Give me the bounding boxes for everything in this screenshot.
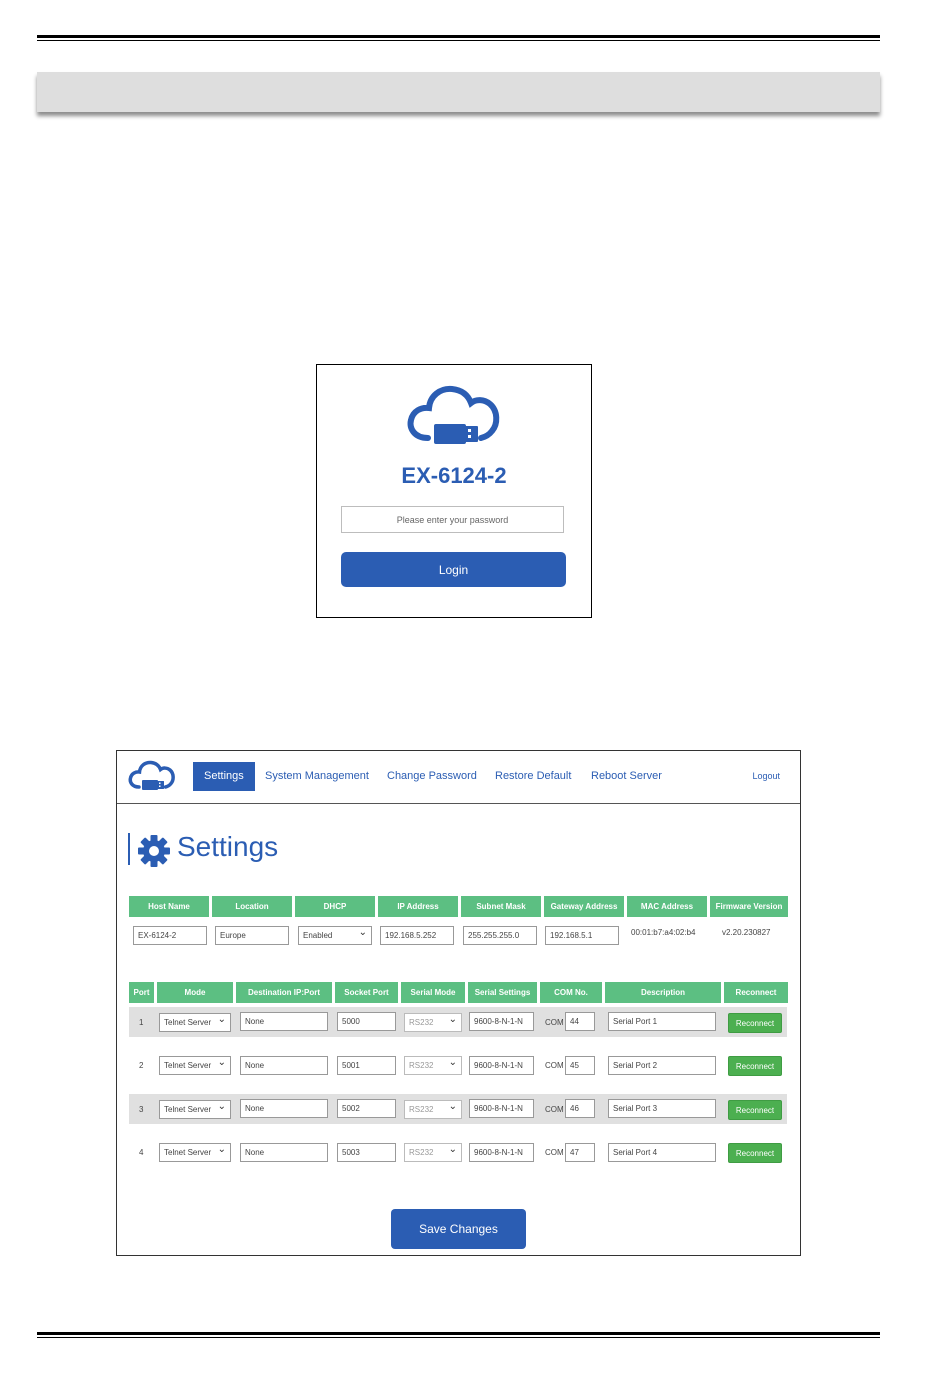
- description-field[interactable]: Serial Port 1: [608, 1012, 716, 1031]
- tab-settings[interactable]: Settings: [193, 762, 255, 791]
- top-rule-thin: [37, 40, 880, 41]
- top-nav: Settings System Management Change Passwo…: [117, 751, 800, 804]
- serial-mode-select[interactable]: RS232: [404, 1100, 462, 1119]
- port-number: 1: [139, 1018, 144, 1027]
- com-number-field[interactable]: 44: [565, 1012, 595, 1031]
- com-prefix: COM: [545, 1148, 564, 1157]
- settings-window: Settings System Management Change Passwo…: [116, 750, 801, 1256]
- bottom-rule-thick: [37, 1332, 880, 1335]
- header-gateway-address: Gateway Address: [544, 896, 624, 917]
- socket-port-field[interactable]: 5003: [337, 1143, 396, 1162]
- port-number: 3: [139, 1105, 144, 1114]
- cloud-usb-logo-icon: [406, 384, 502, 457]
- tab-restore-default[interactable]: Restore Default: [495, 762, 571, 791]
- page-title: Settings: [177, 831, 279, 862]
- header-description: Description: [605, 982, 721, 1003]
- device-title: EX-6124-2: [401, 463, 507, 488]
- header-destination: Destination IP:Port: [236, 982, 332, 1003]
- subnet-mask-field[interactable]: 255.255.255.0: [463, 926, 537, 945]
- serial-settings-field[interactable]: 9600-8-N-1-N: [469, 1143, 534, 1162]
- login-panel: EX-6124-2 Login: [316, 364, 592, 618]
- heading-accent: [128, 833, 130, 865]
- serial-settings-field[interactable]: 9600-8-N-1-N: [469, 1056, 534, 1075]
- dhcp-select[interactable]: Enabled: [298, 926, 372, 945]
- com-number-field[interactable]: 47: [565, 1143, 595, 1162]
- section-banner: [37, 72, 880, 112]
- destination-field[interactable]: None: [240, 1099, 328, 1118]
- header-host-name: Host Name: [129, 896, 209, 917]
- header-ip-address: IP Address: [378, 896, 458, 917]
- serial-settings-field[interactable]: 9600-8-N-1-N: [469, 1012, 534, 1031]
- description-field[interactable]: Serial Port 4: [608, 1143, 716, 1162]
- gateway-address-field[interactable]: 192.168.5.1: [545, 926, 619, 945]
- com-prefix: COM: [545, 1105, 564, 1114]
- header-subnet-mask: Subnet Mask: [461, 896, 541, 917]
- serial-mode-select[interactable]: RS232: [404, 1056, 462, 1075]
- reconnect-button[interactable]: Reconnect: [728, 1013, 782, 1033]
- gear-icon: [137, 834, 171, 873]
- socket-port-field[interactable]: 5002: [337, 1099, 396, 1118]
- reconnect-button[interactable]: Reconnect: [728, 1100, 782, 1120]
- description-field[interactable]: Serial Port 2: [608, 1056, 716, 1075]
- bottom-rule-thin: [37, 1337, 880, 1338]
- firmware-version-value: v2.20.230827: [722, 928, 771, 937]
- mac-address-value: 00:01:b7:a4:02:b4: [631, 928, 696, 937]
- header-mac-address: MAC Address: [627, 896, 707, 917]
- header-com-no: COM No.: [540, 982, 602, 1003]
- location-field[interactable]: Europe: [215, 926, 289, 945]
- cloud-usb-logo-icon[interactable]: [128, 760, 176, 799]
- header-mode: Mode: [157, 982, 233, 1003]
- login-button[interactable]: Login: [341, 552, 566, 587]
- header-reconnect: Reconnect: [724, 982, 788, 1003]
- description-field[interactable]: Serial Port 3: [608, 1099, 716, 1118]
- socket-port-field[interactable]: 5001: [337, 1056, 396, 1075]
- port-number: 2: [139, 1061, 144, 1070]
- password-input[interactable]: [341, 506, 564, 533]
- logout-link[interactable]: Logout: [752, 762, 780, 791]
- header-socket-port: Socket Port: [335, 982, 398, 1003]
- socket-port-field[interactable]: 5000: [337, 1012, 396, 1031]
- tab-reboot-server[interactable]: Reboot Server: [591, 762, 662, 791]
- top-rule-thick: [37, 35, 880, 38]
- mode-select[interactable]: Telnet Server: [159, 1013, 231, 1032]
- ip-address-field[interactable]: 192.168.5.252: [380, 926, 454, 945]
- save-changes-button[interactable]: Save Changes: [391, 1209, 526, 1249]
- reconnect-button[interactable]: Reconnect: [728, 1143, 782, 1163]
- header-location: Location: [212, 896, 292, 917]
- header-dhcp: DHCP: [295, 896, 375, 917]
- com-number-field[interactable]: 45: [565, 1056, 595, 1075]
- destination-field[interactable]: None: [240, 1056, 328, 1075]
- serial-settings-field[interactable]: 9600-8-N-1-N: [469, 1099, 534, 1118]
- header-serial-mode: Serial Mode: [401, 982, 465, 1003]
- com-number-field[interactable]: 46: [565, 1099, 595, 1118]
- destination-field[interactable]: None: [240, 1143, 328, 1162]
- tab-system-management[interactable]: System Management: [265, 762, 369, 791]
- mode-select[interactable]: Telnet Server: [159, 1143, 231, 1162]
- tab-change-password[interactable]: Change Password: [387, 762, 477, 791]
- com-prefix: COM: [545, 1061, 564, 1070]
- serial-mode-select[interactable]: RS232: [404, 1143, 462, 1162]
- header-firmware-version: Firmware Version: [710, 896, 788, 917]
- port-number: 4: [139, 1148, 144, 1157]
- destination-field[interactable]: None: [240, 1012, 328, 1031]
- header-port: Port: [129, 982, 154, 1003]
- com-prefix: COM: [545, 1018, 564, 1027]
- serial-mode-select[interactable]: RS232: [404, 1013, 462, 1032]
- mode-select[interactable]: Telnet Server: [159, 1100, 231, 1119]
- header-serial-settings: Serial Settings: [468, 982, 537, 1003]
- reconnect-button[interactable]: Reconnect: [728, 1056, 782, 1076]
- mode-select[interactable]: Telnet Server: [159, 1056, 231, 1075]
- host-name-field[interactable]: EX-6124-2: [133, 926, 207, 945]
